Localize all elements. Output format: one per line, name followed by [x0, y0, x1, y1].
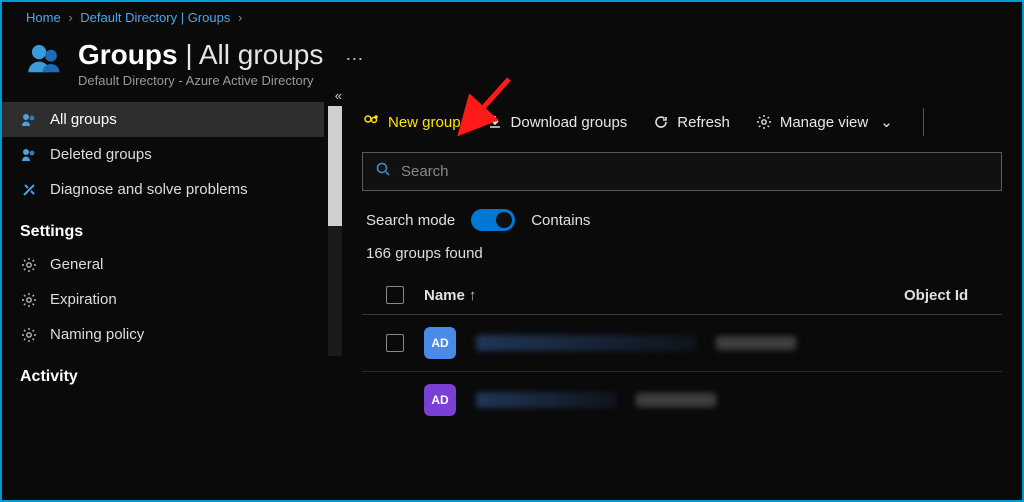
sidebar-section-activity: Activity	[2, 352, 324, 392]
toolbar-separator	[923, 108, 924, 136]
sidebar-item-naming-policy[interactable]: Naming policy	[2, 317, 324, 352]
gear-icon	[20, 257, 38, 273]
column-name[interactable]: Name↑	[424, 287, 884, 304]
sidebar-item-label: Expiration	[50, 291, 117, 308]
chevron-right-icon: ›	[68, 10, 72, 25]
sidebar-scrollbar[interactable]	[328, 106, 342, 356]
more-icon[interactable]: ⋯	[345, 49, 365, 70]
people-icon	[20, 147, 38, 163]
sidebar-item-deleted-groups[interactable]: Deleted groups	[2, 137, 324, 172]
sidebar-item-label: All groups	[50, 111, 117, 128]
avatar: AD	[424, 384, 456, 416]
search-box[interactable]	[362, 152, 1002, 191]
search-icon	[375, 161, 391, 182]
sidebar-item-label: General	[50, 256, 103, 273]
chevron-right-icon: ›	[238, 10, 242, 25]
refresh-icon	[653, 114, 669, 130]
sidebar-item-expiration[interactable]: Expiration	[2, 282, 324, 317]
people-icon	[20, 112, 38, 128]
sidebar-item-label: Diagnose and solve problems	[50, 181, 248, 198]
table-row[interactable]: AD	[362, 315, 1002, 372]
results-count: 166 groups found	[362, 241, 1002, 276]
sidebar-item-all-groups[interactable]: All groups	[2, 102, 324, 137]
add-group-icon	[362, 113, 380, 131]
search-input[interactable]	[401, 163, 989, 180]
groups-icon	[26, 39, 64, 82]
select-all-checkbox[interactable]	[386, 286, 404, 304]
new-group-button[interactable]: New group	[362, 113, 461, 131]
sidebar-section-settings: Settings	[2, 207, 324, 247]
object-id-redacted	[636, 393, 716, 407]
group-name-redacted	[476, 392, 616, 408]
manage-view-button[interactable]: Manage view ⌄	[756, 113, 893, 131]
search-mode-value: Contains	[531, 212, 590, 229]
download-icon	[487, 114, 503, 130]
tools-icon	[20, 182, 38, 198]
sidebar-item-general[interactable]: General	[2, 247, 324, 282]
main-content: New group Download groups Refresh Manage…	[342, 102, 1022, 492]
breadcrumb-home[interactable]: Home	[26, 10, 61, 25]
sidebar-item-label: Naming policy	[50, 326, 144, 343]
page-header: Groups | All groups Default Directory - …	[2, 29, 1022, 102]
sort-ascending-icon: ↑	[469, 287, 477, 304]
breadcrumb-directory[interactable]: Default Directory | Groups	[80, 10, 230, 25]
gear-icon	[756, 114, 772, 130]
group-name-redacted	[476, 335, 696, 351]
gear-icon	[20, 327, 38, 343]
chevron-down-icon: ⌄	[880, 113, 893, 131]
search-mode-toggle[interactable]	[471, 209, 515, 231]
search-mode-label: Search mode	[366, 212, 455, 229]
page-title: Groups | All groups	[78, 39, 323, 71]
search-mode-row: Search mode Contains	[362, 191, 1002, 241]
page-subtitle: Default Directory - Azure Active Directo…	[78, 73, 323, 88]
column-object-id[interactable]: Object Id	[904, 287, 994, 304]
sidebar-item-diagnose[interactable]: Diagnose and solve problems	[2, 172, 324, 207]
sidebar-item-label: Deleted groups	[50, 146, 152, 163]
row-checkbox[interactable]	[386, 334, 404, 352]
breadcrumb: Home › Default Directory | Groups ›	[2, 2, 1022, 29]
download-groups-button[interactable]: Download groups	[487, 114, 628, 131]
table-row[interactable]: AD	[362, 372, 1002, 428]
sidebar: « All groups Deleted groups Diagnose and…	[2, 102, 342, 492]
toolbar: New group Download groups Refresh Manage…	[362, 102, 1002, 152]
refresh-button[interactable]: Refresh	[653, 114, 730, 131]
avatar: AD	[424, 327, 456, 359]
collapse-sidebar-icon[interactable]: «	[335, 88, 338, 103]
table-header: Name↑ Object Id	[362, 276, 1002, 315]
gear-icon	[20, 292, 38, 308]
object-id-redacted	[716, 336, 796, 350]
